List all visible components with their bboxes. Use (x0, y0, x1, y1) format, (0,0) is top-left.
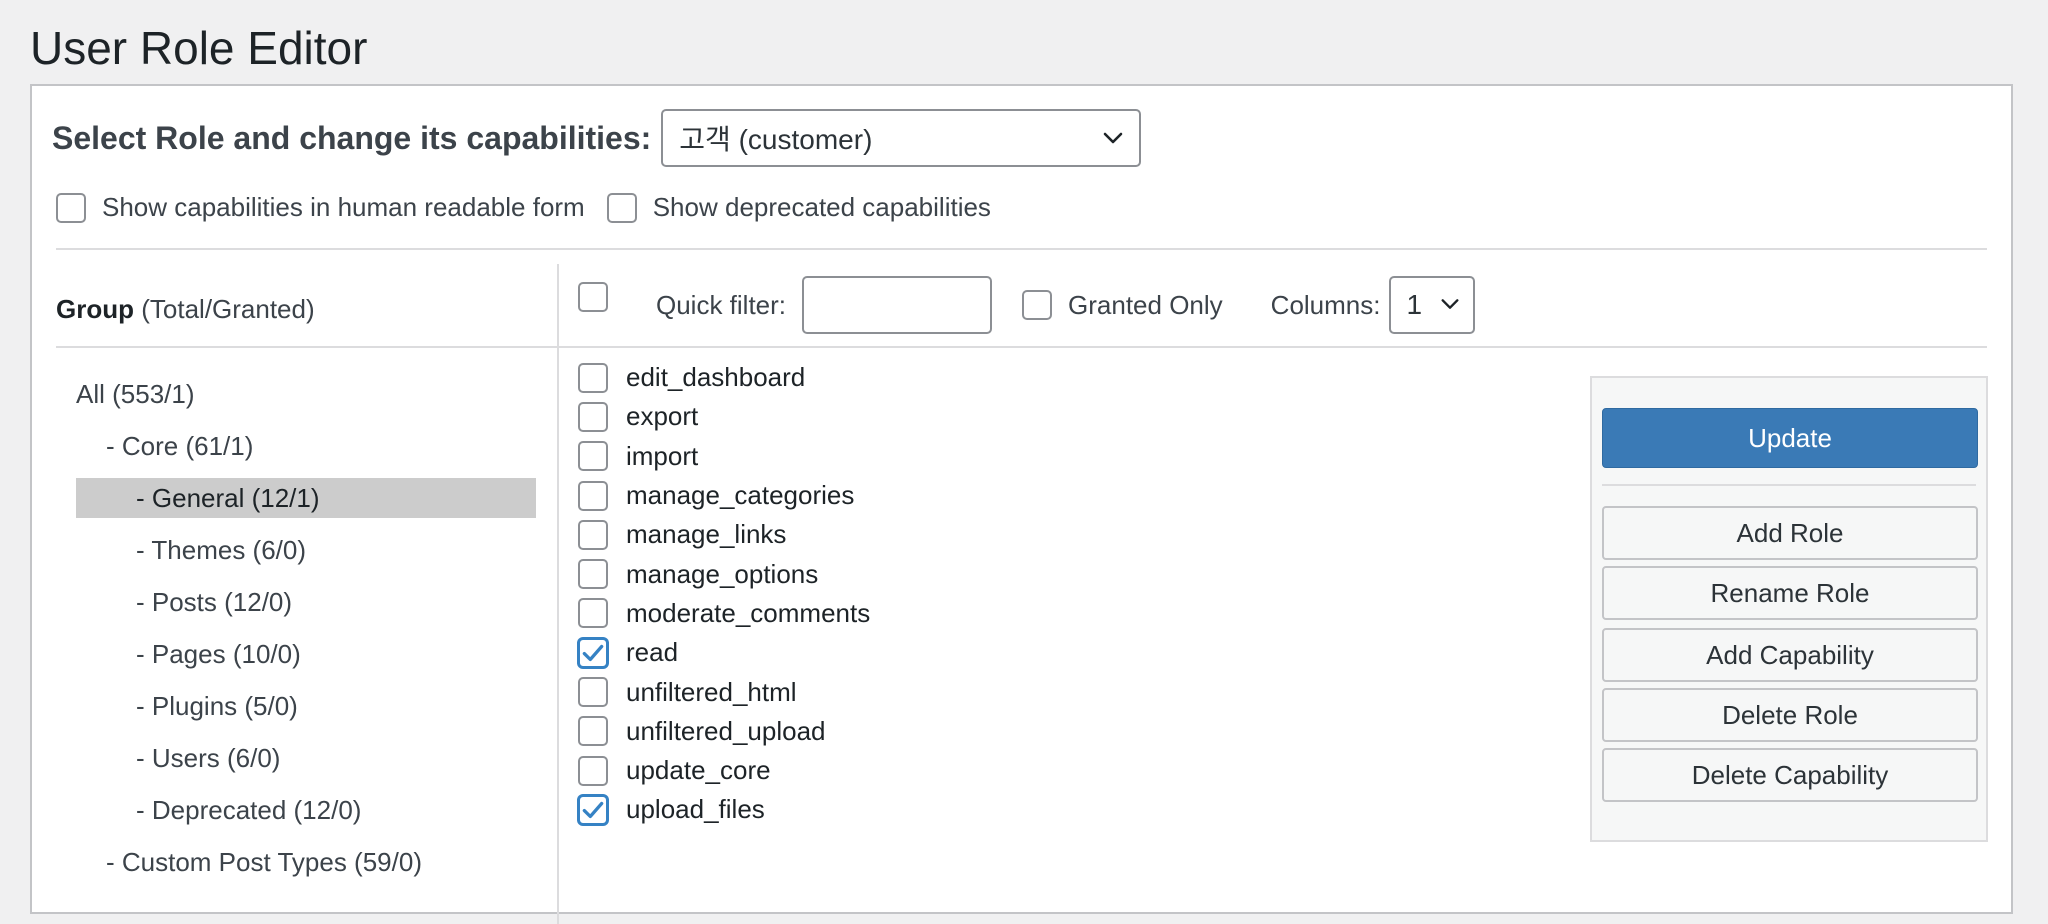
checkmark-icon (580, 797, 606, 823)
group-header-title: Group (56, 294, 134, 324)
columns-value: 1 (1406, 289, 1423, 320)
capability-label: manage_options (626, 558, 819, 589)
columns-select[interactable]: 1 (1388, 276, 1475, 334)
deprecated-label: Show deprecated capabilities (652, 192, 991, 222)
capability-list: edit_dashboardexport import manage_categor… (578, 358, 870, 830)
chevron-down-icon (1101, 126, 1125, 150)
group-item[interactable]: All (553/1) (76, 374, 536, 414)
group-list: All (553/1) - Core (61/1) - General (12/1)… (76, 374, 536, 894)
actions-box: Update Add Role Rename Role Add Capabili… (1590, 376, 1988, 842)
capability-checkbox[interactable] (578, 519, 608, 550)
column-divider (557, 264, 559, 924)
capability-label: manage_categories (626, 480, 855, 511)
quick-filter-input[interactable] (802, 276, 993, 334)
capability-checkbox[interactable] (578, 441, 608, 472)
group-item[interactable]: - Posts (12/0) (76, 582, 536, 622)
capability-label: update_core (626, 755, 771, 786)
divider (56, 346, 1987, 348)
capability-item: export (578, 397, 870, 436)
group-item[interactable]: - Custom Post Types (59/0) (76, 842, 536, 882)
capability-checkbox[interactable] (578, 559, 608, 590)
capability-label: read (626, 637, 679, 668)
capability-checkbox[interactable] (578, 480, 608, 511)
capability-item: edit_dashboard (578, 358, 870, 397)
capability-checkbox[interactable] (578, 362, 608, 393)
rename-role-button[interactable]: Rename Role (1602, 566, 1978, 620)
role-editor-panel: Select Role and change its capabilities:… (30, 84, 2013, 924)
group-item[interactable]: - Pages (10/0) (76, 634, 536, 674)
group-item[interactable]: - Users (6/0) (76, 738, 536, 778)
capability-label: moderate_comments (626, 597, 871, 628)
human-readable-checkbox[interactable] (56, 192, 86, 223)
role-selector-label: Select Role and change its capabilities: (52, 119, 652, 156)
role-selector-row: Select Role and change its capabilities:… (52, 108, 1142, 168)
divider (1602, 484, 1976, 486)
role-select[interactable]: 고객 (customer) (661, 109, 1142, 167)
granted-only-checkbox[interactable] (1022, 290, 1053, 320)
capability-item: manage_options (578, 554, 870, 593)
group-header: Group (Total/Granted) (56, 294, 315, 325)
checkmark-icon (580, 640, 606, 666)
display-options: Show capabilities in human readable form… (56, 192, 991, 223)
capability-item: read (578, 633, 870, 672)
capability-checkbox[interactable] (578, 755, 608, 786)
filter-bar: Quick filter: Granted Only Columns: 1 (578, 274, 1475, 336)
capability-checkbox[interactable] (578, 637, 608, 668)
deprecated-checkbox[interactable] (606, 192, 637, 223)
capability-label: unfiltered_upload (626, 715, 826, 746)
columns-label: Columns: (1270, 289, 1381, 320)
divider (56, 248, 1987, 250)
group-header-subtitle: (Total/Granted) (141, 294, 315, 324)
quick-filter-label: Quick filter: (656, 289, 787, 320)
capability-label: import (626, 440, 699, 471)
capability-checkbox[interactable] (578, 794, 608, 825)
capability-label: unfiltered_html (626, 676, 797, 707)
capability-label: export (626, 401, 699, 432)
capability-checkbox[interactable] (578, 677, 608, 708)
capability-item: upload_files (578, 790, 870, 829)
capability-item: moderate_comments (578, 594, 870, 633)
capability-label: upload_files (626, 794, 765, 825)
group-item[interactable]: - Plugins (5/0) (76, 686, 536, 726)
capability-item: unfiltered_upload (578, 712, 870, 751)
role-select-value: 고객 (customer) (679, 124, 873, 155)
page-title: User Role Editor (30, 22, 368, 74)
group-item[interactable]: - General (12/1) (76, 478, 536, 518)
capability-checkbox[interactable] (578, 716, 608, 747)
delete-capability-button[interactable]: Delete Capability (1602, 748, 1978, 802)
human-readable-label: Show capabilities in human readable form (102, 192, 585, 222)
granted-only-label: Granted Only (1068, 289, 1223, 320)
capability-checkbox[interactable] (578, 598, 608, 629)
select-all-checkbox[interactable] (578, 282, 608, 312)
add-role-button[interactable]: Add Role (1602, 506, 1978, 560)
capability-item: manage_links (578, 515, 870, 554)
update-button[interactable]: Update (1602, 408, 1978, 468)
capability-item: unfiltered_html (578, 672, 870, 711)
add-capability-button[interactable]: Add Capability (1602, 628, 1978, 682)
capability-label: edit_dashboard (626, 362, 806, 393)
delete-role-button[interactable]: Delete Role (1602, 688, 1978, 742)
group-item[interactable]: - Themes (6/0) (76, 530, 536, 570)
capability-item: update_core (578, 751, 870, 790)
capability-item: manage_categories (578, 476, 870, 515)
group-item[interactable]: - Deprecated (12/0) (76, 790, 536, 830)
group-item[interactable]: - Core (61/1) (76, 426, 536, 466)
capability-label: manage_links (626, 519, 787, 550)
capability-checkbox[interactable] (578, 401, 608, 432)
capability-item: import (578, 437, 870, 476)
chevron-down-icon (1439, 293, 1463, 317)
